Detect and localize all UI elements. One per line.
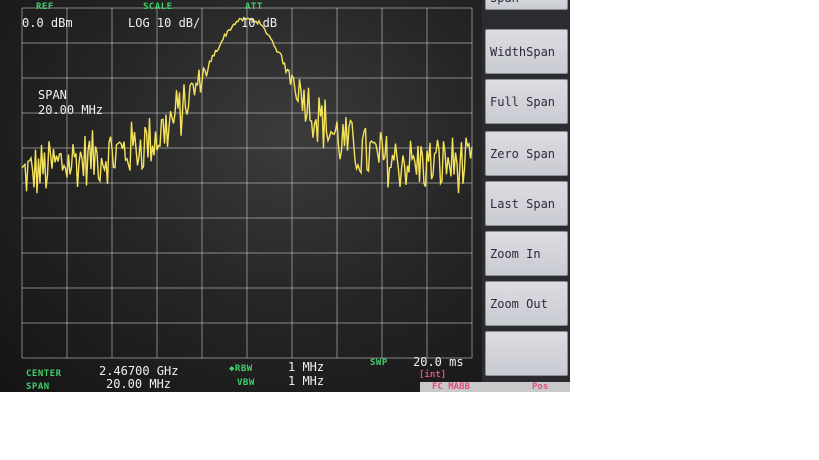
scale-value: LOG 10 dB/: [128, 16, 201, 30]
softkey-blank[interactable]: [485, 331, 568, 376]
ref-label: REF: [36, 2, 54, 12]
softkey-span[interactable]: Span: [485, 0, 568, 10]
analyzer-screen: REF 0.0 dBm SCALE LOG 10 dB/ ATT 10 dB S…: [0, 0, 482, 392]
vbw-label: VBW: [237, 378, 255, 388]
rbw-label: ◆RBW: [229, 364, 253, 374]
status-left: FC MABB: [432, 382, 470, 392]
spectrum-plot: [21, 7, 473, 359]
vbw-value: 1 MHz: [288, 374, 325, 388]
softkey-zero-span[interactable]: Zero Span: [485, 131, 568, 176]
softkey-zoom-out[interactable]: Zoom Out: [485, 281, 568, 326]
bottom-bezel: FC MABB Pos: [420, 382, 570, 392]
rbw-value: 1 MHz: [288, 360, 325, 374]
status-right: Pos: [532, 382, 549, 392]
span-overlay-label: SPAN: [38, 88, 67, 102]
center-label: CENTER: [26, 369, 62, 379]
scale-label: SCALE: [143, 2, 173, 12]
ref-value: 0.0 dBm: [22, 16, 73, 30]
span-label: SPAN: [26, 382, 50, 392]
att-label: ATT: [245, 2, 263, 12]
softkey-zoom-in[interactable]: Zoom In: [485, 231, 568, 276]
att-value: 10 dB: [241, 16, 278, 30]
span-value: 20.00 MHz: [106, 377, 172, 391]
swp-value: 20.0 ms: [413, 355, 464, 369]
softkey-last-span[interactable]: Last Span: [485, 181, 568, 226]
analyzer-photo: REF 0.0 dBm SCALE LOG 10 dB/ ATT 10 dB S…: [0, 0, 570, 392]
softkey-panel: Span WidthSpan Full Span Zero Span Last …: [482, 0, 570, 392]
swp-mode: [int]: [419, 370, 447, 380]
swp-label: SWP: [370, 358, 388, 368]
graticule-grid: [21, 7, 473, 359]
span-overlay-value: 20.00 MHz: [38, 103, 104, 117]
center-value: 2.46700 GHz: [99, 364, 179, 378]
softkey-width-span[interactable]: WidthSpan: [485, 29, 568, 74]
softkey-full-span[interactable]: Full Span: [485, 79, 568, 124]
